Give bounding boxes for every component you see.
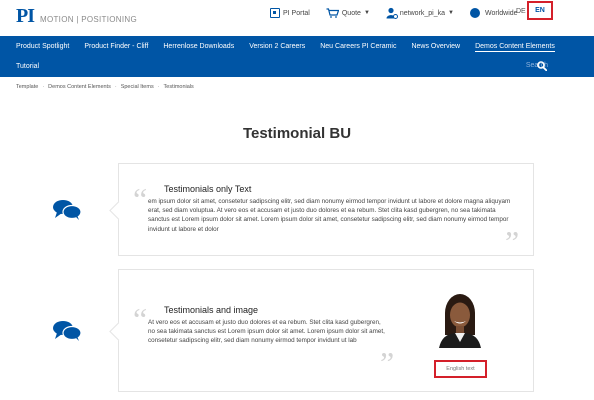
logo-tagline: MOTION | POSITIONING	[40, 15, 137, 24]
search-icon[interactable]	[537, 61, 547, 71]
pi-logo[interactable]: PI MOTION | POSITIONING	[16, 5, 137, 28]
testimonial-title: Testimonials and image	[164, 305, 259, 315]
breadcrumb: Template · Demos Content Elements · Spec…	[16, 84, 194, 90]
quote-link[interactable]: Quote ▼	[326, 8, 370, 18]
quote-label: Quote	[341, 9, 361, 17]
portal-icon	[270, 8, 280, 18]
nav-item-neu-careers[interactable]: Neu Careers PI Ceramic	[320, 43, 396, 52]
breadcrumb-separator: ·	[114, 84, 117, 90]
nav-item-tutorial[interactable]: Tutorial	[16, 63, 39, 70]
close-quote-icon: ”	[505, 224, 520, 260]
user-icon	[386, 7, 398, 19]
open-quote-icon: “	[133, 181, 148, 217]
language-en[interactable]: EN	[527, 1, 553, 20]
account-label: network_pi_ka	[399, 9, 446, 17]
pi-portal-label: PI Portal	[283, 9, 310, 17]
utility-links: PI Portal Quote ▼ network_pi_ka ▼ Worldw…	[270, 7, 534, 19]
page-title: Testimonial BU	[242, 125, 352, 142]
nav-item-product-finder[interactable]: Product Finder - Cliff	[84, 43, 148, 52]
logo-mark: PI	[16, 5, 35, 27]
close-quote-icon: ”	[380, 345, 395, 381]
nav-item-herrenlose-downloads[interactable]: Herrenlose Downloads	[163, 43, 234, 52]
photo-caption: English text	[434, 360, 487, 378]
chat-bubbles-icon	[53, 321, 82, 341]
breadcrumb-item[interactable]: Special Items	[121, 84, 154, 90]
breadcrumb-separator: ·	[157, 84, 160, 90]
chat-bubbles-icon	[53, 200, 82, 220]
globe-icon	[469, 8, 480, 18]
breadcrumb-item[interactable]: Demos Content Elements	[48, 84, 111, 90]
pi-portal-link[interactable]: PI Portal	[270, 8, 310, 18]
chevron-down-icon: ▼	[448, 10, 454, 16]
testimonial-text: At vero eos et accusam et justo duo dolo…	[148, 319, 385, 345]
breadcrumb-item-current: Testimonials	[163, 84, 194, 90]
breadcrumb-separator: ·	[42, 84, 45, 90]
nav-item-demos-content-elements[interactable]: Demos Content Elements	[475, 43, 555, 52]
language-de[interactable]: DE	[516, 8, 526, 15]
testimonial-text: em ipsum dolor sit amet, consetetur sadi…	[148, 198, 511, 233]
testimonial-title: Testimonials only Text	[164, 184, 252, 194]
main-navigation: Product Spotlight Product Finder - Cliff…	[0, 36, 594, 77]
cart-icon	[326, 8, 339, 18]
testimonial-photo	[437, 293, 483, 348]
top-bar: PI MOTION | POSITIONING PI Portal Quote …	[0, 0, 594, 36]
region-selector[interactable]: Worldwide	[469, 8, 518, 18]
breadcrumb-item[interactable]: Template	[16, 84, 38, 90]
chevron-down-icon: ▼	[363, 10, 370, 16]
region-label: Worldwide	[484, 9, 518, 17]
nav-item-version-2-careers[interactable]: Version 2 Careers	[249, 43, 305, 52]
account-menu[interactable]: network_pi_ka ▼	[386, 7, 454, 19]
open-quote-icon: “	[133, 301, 148, 337]
nav-item-news-overview[interactable]: News Overview	[411, 43, 460, 52]
nav-item-product-spotlight[interactable]: Product Spotlight	[16, 43, 69, 52]
